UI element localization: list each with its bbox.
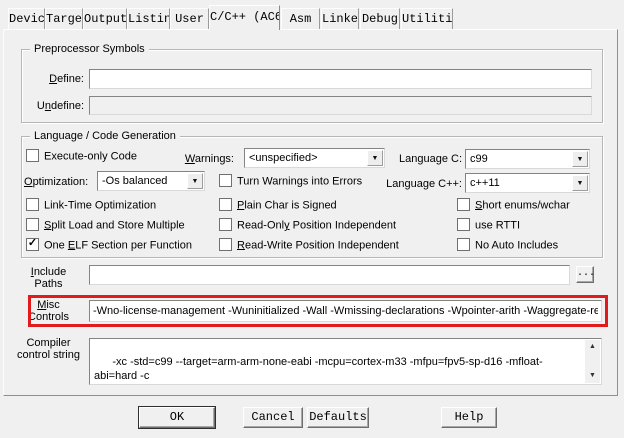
language-code-generation-title: Language / Code Generation [30,130,180,142]
undefine-label: Undefine: [28,100,84,112]
link-time-optimization-checkbox[interactable] [26,198,39,211]
one-elf-section-checkbox[interactable]: ✓ [26,238,39,251]
language-cpp-label: Language C++: [372,178,462,190]
tab-user[interactable]: User [170,8,209,29]
include-paths-browse-button[interactable]: ... [576,266,594,283]
scrollbar[interactable]: ▲ ▼ [585,340,600,383]
tab-page-cpp: Preprocessor Symbols Define: Undefine: L… [3,29,618,396]
undefine-input [89,96,592,115]
read-write-position-independent-checkbox[interactable] [219,238,232,251]
tab-output[interactable]: Output [83,8,127,29]
misc-controls-input[interactable] [89,300,602,322]
read-only-position-independent-checkbox[interactable] [219,218,232,231]
include-paths-label: Include Paths [16,266,81,290]
chevron-down-icon[interactable]: ▼ [572,151,588,167]
read-write-position-independent-label: Read-Write Position Independent [237,239,399,251]
optimization-label: Optimization: [24,176,92,188]
tab-device[interactable]: Device [8,8,45,29]
define-input[interactable] [89,69,592,89]
chevron-down-icon[interactable]: ▼ [187,173,203,189]
plain-char-signed-label: Plain Char is Signed [237,199,337,211]
language-c-label: Language C: [382,153,462,165]
help-button[interactable]: Help [441,407,497,428]
compiler-control-string-box[interactable]: -xc -std=c99 --target=arm-arm-none-eabi … [89,338,602,385]
use-rtti-label: use RTTI [475,219,520,231]
scroll-down-icon[interactable]: ▼ [585,369,600,383]
language-c-select[interactable]: c99 ▼ [465,149,590,169]
chevron-down-icon[interactable]: ▼ [572,175,588,191]
tab-asm[interactable]: Asm [281,8,320,29]
warnings-select[interactable]: <unspecified> ▼ [244,148,385,168]
compiler-control-string-label: Compiler control string [16,337,81,361]
misc-controls-label: Misc Controls [16,299,81,323]
read-only-position-independent-label: Read-Only Position Independent [237,219,396,231]
short-enums-wchar-checkbox[interactable] [457,198,470,211]
language-code-generation-group: Language / Code Generation Execute-only … [21,136,603,258]
preprocessor-symbols-group: Preprocessor Symbols Define: Undefine: [21,49,603,123]
use-rtti-checkbox[interactable] [457,218,470,231]
language-cpp-select[interactable]: c++11 ▼ [465,173,590,193]
include-paths-input[interactable] [89,265,570,285]
defaults-button[interactable]: Defaults [307,407,369,428]
split-load-store-label: Split Load and Store Multiple [44,219,185,231]
tab-cpp-ac6[interactable]: C/C++ (AC6) [209,5,280,30]
tab-target[interactable]: Target [45,8,83,29]
link-time-optimization-label: Link-Time Optimization [44,199,156,211]
optimization-select[interactable]: -Os balanced ▼ [97,171,205,191]
cancel-button[interactable]: Cancel [243,407,303,428]
tab-utilities[interactable]: Utilities [401,8,453,29]
warnings-label: Warnings: [154,153,234,165]
one-elf-section-label: One ELF Section per Function [44,239,192,251]
turn-warnings-into-errors-label: Turn Warnings into Errors [237,175,362,187]
execute-only-code-label: Execute-only Code [44,150,137,162]
define-label: Define: [28,73,84,85]
options-for-target-dialog: Device Target Output Listing User C/C++ … [0,0,624,438]
tab-debug[interactable]: Debug [360,8,400,29]
ok-button[interactable]: OK [139,407,215,428]
execute-only-code-checkbox[interactable] [26,149,39,162]
short-enums-wchar-label: Short enums/wchar [475,199,570,211]
turn-warnings-into-errors-checkbox[interactable] [219,174,232,187]
chevron-down-icon[interactable]: ▼ [367,150,383,166]
tab-listing[interactable]: Listing [127,8,170,29]
no-auto-includes-checkbox[interactable] [457,238,470,251]
no-auto-includes-label: No Auto Includes [475,239,558,251]
plain-char-signed-checkbox[interactable] [219,198,232,211]
scroll-up-icon[interactable]: ▲ [585,340,600,354]
split-load-store-checkbox[interactable] [26,218,39,231]
tab-linker[interactable]: Linker [321,8,359,29]
preprocessor-symbols-title: Preprocessor Symbols [30,43,149,55]
